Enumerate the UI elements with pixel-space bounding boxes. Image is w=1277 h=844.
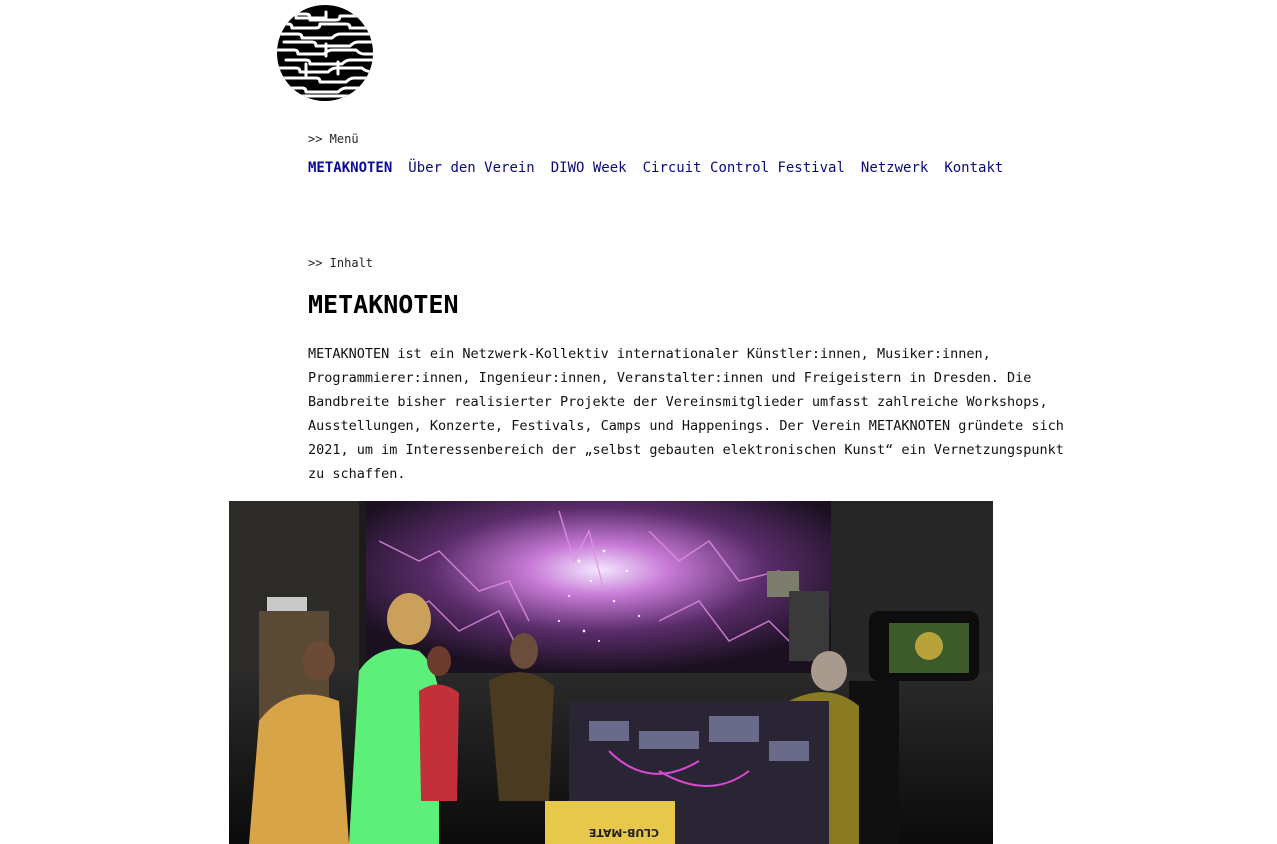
main-navigation: METAKNOTEN Über den Verein DIWO Week Cir… [308, 160, 1003, 176]
circuit-knot-logo-icon [277, 5, 373, 101]
nav-item-circuit-control-festival[interactable]: Circuit Control Festival [643, 160, 845, 176]
content-section-marker: >> Inhalt [308, 256, 374, 270]
intro-paragraph: METAKNOTEN ist ein Netzwerk-Kollektiv in… [308, 346, 1064, 482]
nav-item-kontakt[interactable]: Kontakt [944, 160, 1003, 176]
crate-label: CLUB-MATE [589, 826, 659, 839]
event-photo: CLUB-MATE [229, 501, 993, 844]
nav-item-diwo-week[interactable]: DIWO Week [551, 160, 627, 176]
page-title: METAKNOTEN [308, 290, 459, 319]
nav-item-ueber-den-verein[interactable]: Über den Verein [408, 160, 534, 176]
metaknoten-logo[interactable] [276, 4, 374, 102]
nav-item-metaknoten[interactable]: METAKNOTEN [308, 160, 392, 176]
menu-section-marker: >> Menü [308, 132, 359, 146]
nav-item-netzwerk[interactable]: Netzwerk [861, 160, 928, 176]
